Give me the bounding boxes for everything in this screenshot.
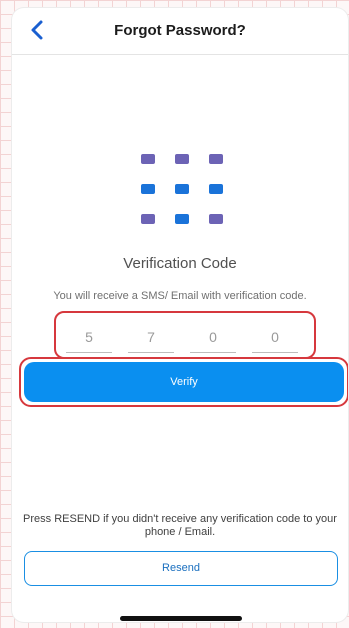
verify-button-highlight: Verify — [19, 357, 348, 407]
page-title: Forgot Password? — [114, 22, 246, 39]
keypad-grid-icon — [141, 154, 225, 230]
keypad-dot — [175, 154, 189, 164]
keypad-dot — [141, 184, 155, 194]
otp-digit-4[interactable]: 0 — [252, 322, 298, 353]
keypad-dot — [209, 184, 223, 194]
keypad-dot — [209, 154, 223, 164]
phone-screen: Forgot Password? Verification Code You w… — [12, 8, 348, 622]
otp-digit-1[interactable]: 5 — [66, 322, 112, 353]
keypad-dot — [141, 214, 155, 224]
resend-button[interactable]: Resend — [24, 551, 338, 586]
keypad-dot — [209, 214, 223, 224]
otp-digit-2[interactable]: 7 — [128, 322, 174, 353]
verification-title: Verification Code — [123, 255, 237, 272]
otp-input-group: 5 7 0 0 — [54, 311, 316, 359]
header-bar: Forgot Password? — [12, 8, 348, 55]
keypad-dot — [175, 184, 189, 194]
resend-note: Press RESEND if you didn't receive any v… — [23, 513, 337, 538]
keypad-dot — [141, 154, 155, 164]
keypad-dot — [175, 214, 189, 224]
home-indicator — [120, 616, 242, 621]
verify-button[interactable]: Verify — [24, 362, 344, 402]
verification-subtitle: You will receive a SMS/ Email with verif… — [53, 290, 307, 302]
otp-digit-3[interactable]: 0 — [190, 322, 236, 353]
